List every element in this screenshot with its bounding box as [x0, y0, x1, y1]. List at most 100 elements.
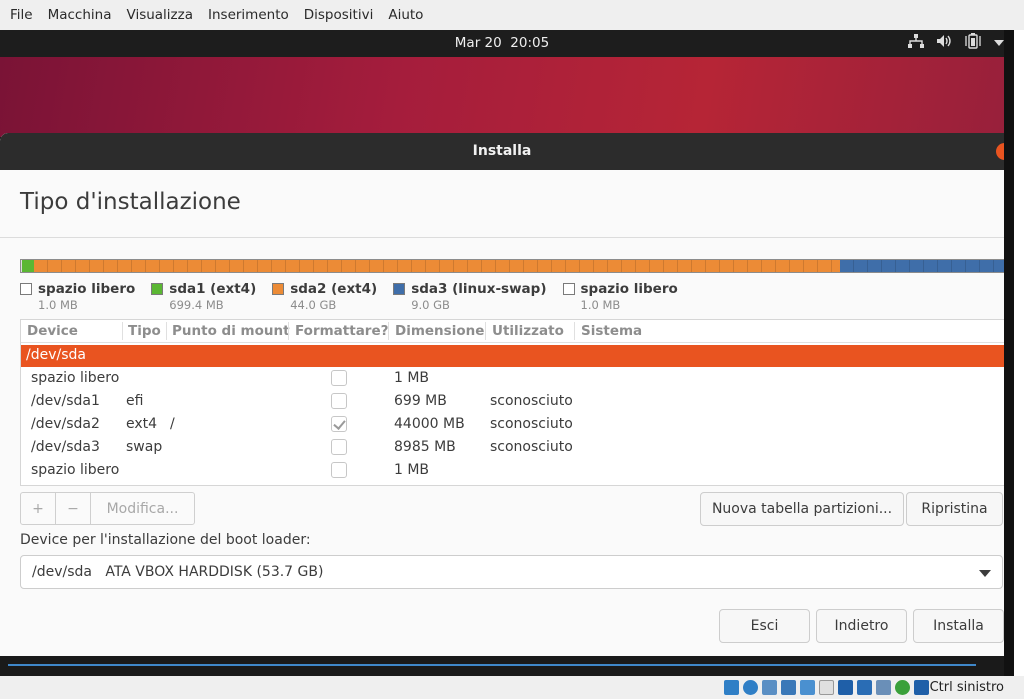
window-title: Installa	[472, 143, 532, 159]
cell-type: efi	[126, 393, 144, 409]
page-title: Tipo d'installazione	[20, 189, 241, 215]
cell-type: swap	[126, 439, 163, 455]
legend-swatch-free	[562, 283, 575, 295]
installer-window: Installa Tipo d'installazione spazio lib…	[0, 133, 1004, 656]
new-partition-table-button[interactable]: Nuova tabella partizioni...	[700, 492, 904, 526]
audio-icon[interactable]	[762, 680, 777, 695]
cell-size: 1 MB	[394, 370, 430, 386]
legend-size: 699.4 MB	[169, 298, 224, 312]
menu-aiuto[interactable]: Aiuto	[382, 7, 429, 23]
column-header-tipo[interactable]: Tipo	[128, 323, 161, 339]
disk-row-selected[interactable]: /dev/sda	[21, 345, 1004, 367]
legend-size: 44.0 GB	[290, 298, 337, 312]
legend-swatch-sda3	[393, 283, 406, 295]
host-key-label[interactable]: Ctrl sinistro	[930, 680, 1004, 695]
vm-frame-edge	[1004, 30, 1024, 676]
legend-label: sda1 (ext4)	[169, 281, 257, 297]
column-header-format[interactable]: Formattare?	[295, 323, 388, 339]
legend-size: 1.0 MB	[580, 298, 621, 312]
legend-size: 9.0 GB	[411, 298, 450, 312]
divider	[0, 237, 1004, 238]
revert-button[interactable]: Ripristina	[906, 492, 1003, 526]
shared-folders-icon[interactable]	[819, 680, 834, 695]
hard-disk-icon[interactable]	[724, 680, 739, 695]
cell-used: sconosciuto	[490, 416, 573, 432]
window-titlebar[interactable]: Installa	[0, 133, 1004, 170]
format-checkbox[interactable]	[331, 370, 347, 386]
format-checkbox-checked[interactable]	[331, 416, 347, 432]
partition-bar-sda1	[22, 260, 34, 272]
battery-icon	[964, 33, 982, 53]
system-tray[interactable]	[908, 33, 1004, 53]
format-checkbox[interactable]	[331, 393, 347, 409]
menu-macchina[interactable]: Macchina	[42, 7, 118, 23]
menu-file[interactable]: File	[4, 7, 39, 23]
network-icon	[908, 34, 924, 52]
cell-size: 8985 MB	[394, 439, 456, 455]
legend-item: sda3 (linux-swap) 9.0 GB	[393, 281, 547, 312]
legend-size: 1.0 MB	[38, 298, 78, 312]
install-button[interactable]: Installa	[913, 609, 1004, 643]
column-header-used[interactable]: Utilizzato	[492, 323, 564, 339]
edit-partition-button[interactable]: Modifica...	[91, 493, 194, 524]
add-partition-button[interactable]: +	[21, 493, 56, 524]
column-header-device[interactable]: Device	[27, 323, 78, 339]
display-icon[interactable]	[838, 680, 853, 695]
format-checkbox[interactable]	[331, 462, 347, 478]
cell-size: 44000 MB	[394, 416, 465, 432]
cell-type: ext4	[126, 416, 158, 432]
partition-bar	[20, 259, 1004, 273]
cell-mount: /	[170, 416, 175, 432]
optical-drive-icon[interactable]	[743, 680, 758, 695]
legend-swatch-sda2	[272, 283, 285, 295]
column-header-mount[interactable]: Punto di mount	[172, 323, 290, 339]
table-row[interactable]: /dev/sda1 efi 699 MB sconosciuto	[21, 390, 1004, 413]
menu-visualizza[interactable]: Visualizza	[121, 7, 200, 23]
remove-partition-button[interactable]: −	[56, 493, 91, 524]
bootloader-device-select[interactable]: /dev/sda ATA VBOX HARDDISK (53.7 GB)	[20, 555, 1003, 589]
chevron-down-icon	[979, 570, 991, 577]
vm-screen-bottom	[0, 656, 1004, 676]
partition-toolbar: + − Modifica...	[20, 492, 195, 525]
menu-dispositivi[interactable]: Dispositivi	[298, 7, 380, 23]
vbox-menubar: File Macchina Visualizza Inserimento Dis…	[0, 0, 1024, 30]
table-row[interactable]: /dev/sda2 ext4 / 44000 MB sconosciuto	[21, 413, 1004, 436]
format-checkbox[interactable]	[331, 439, 347, 455]
disk-label: /dev/sda	[26, 347, 86, 363]
legend-label: sda2 (ext4)	[290, 281, 378, 297]
gnome-top-bar: Mar 20 20:05	[0, 30, 1004, 57]
table-row[interactable]: spazio libero 1 MB	[21, 367, 1004, 390]
desktop-background	[0, 57, 1004, 137]
menu-inserimento[interactable]: Inserimento	[202, 7, 295, 23]
network-adapter-icon[interactable]	[781, 680, 796, 695]
cell-used: sconosciuto	[490, 439, 573, 455]
legend-item: spazio libero 1.0 MB	[20, 281, 135, 312]
vt-x-icon[interactable]	[895, 680, 910, 695]
volume-icon	[936, 34, 952, 52]
column-header-size[interactable]: Dimensione	[395, 323, 484, 339]
legend-swatch-free	[20, 283, 32, 295]
partition-bar-sda2	[33, 260, 841, 272]
back-button[interactable]: Indietro	[816, 609, 907, 643]
usb-icon[interactable]	[800, 680, 815, 695]
cell-used: sconosciuto	[490, 393, 573, 409]
table-row[interactable]: spazio libero 1 MB	[21, 459, 1004, 482]
clock[interactable]: Mar 20 20:05	[0, 35, 1004, 51]
column-header-system[interactable]: Sistema	[581, 323, 642, 339]
legend-label: sda3 (linux-swap)	[411, 281, 547, 297]
video-capture-icon[interactable]	[857, 680, 872, 695]
legend-swatch-sda1	[151, 283, 164, 295]
cell-device: spazio libero	[31, 462, 120, 478]
bootloader-label: Device per l'installazione del boot load…	[20, 532, 311, 548]
menu-arrow-icon	[994, 35, 1004, 51]
partition-table[interactable]: Device Tipo Punto di mount Formattare? D…	[20, 319, 1004, 486]
legend-label: spazio libero	[580, 281, 678, 297]
guest-additions-icon[interactable]	[876, 680, 891, 695]
legend-item: spazio libero 1.0 MB	[562, 281, 678, 312]
quit-button[interactable]: Esci	[719, 609, 810, 643]
legend-item: sda2 (ext4) 44.0 GB	[272, 281, 377, 312]
legend-label: spazio libero	[38, 281, 136, 297]
table-row[interactable]: /dev/sda3 swap 8985 MB sconosciuto	[21, 436, 1004, 459]
legend-item: sda1 (ext4) 699.4 MB	[151, 281, 256, 312]
mouse-integration-icon[interactable]	[914, 680, 929, 695]
